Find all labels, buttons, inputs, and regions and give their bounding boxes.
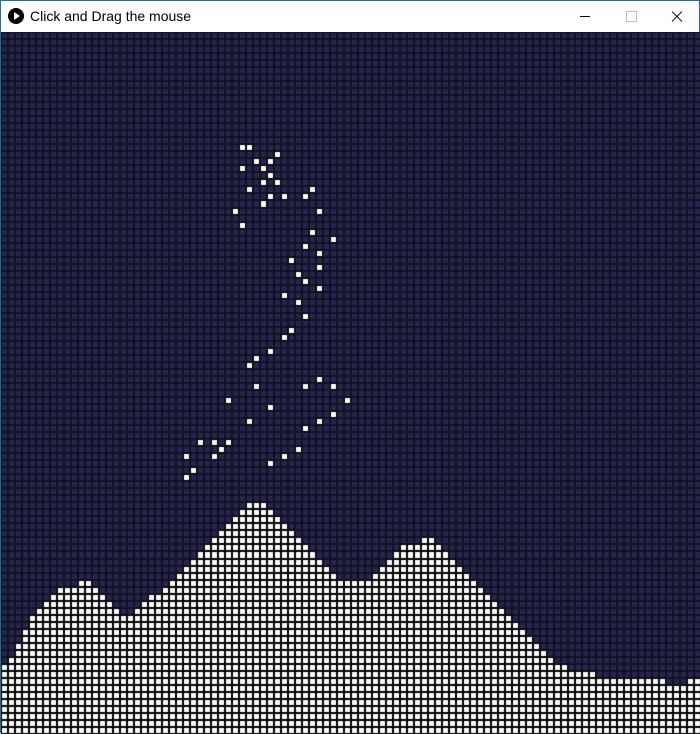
sand-simulation-canvas[interactable] (1, 32, 700, 734)
minimize-button[interactable] (562, 1, 608, 32)
window-title: Click and Drag the mouse (30, 8, 192, 24)
play-icon (8, 8, 24, 24)
title-bar[interactable]: Click and Drag the mouse (1, 1, 699, 32)
maximize-button[interactable] (608, 1, 654, 32)
close-button[interactable] (653, 1, 699, 32)
app-window: Click and Drag the mouse (0, 0, 700, 734)
